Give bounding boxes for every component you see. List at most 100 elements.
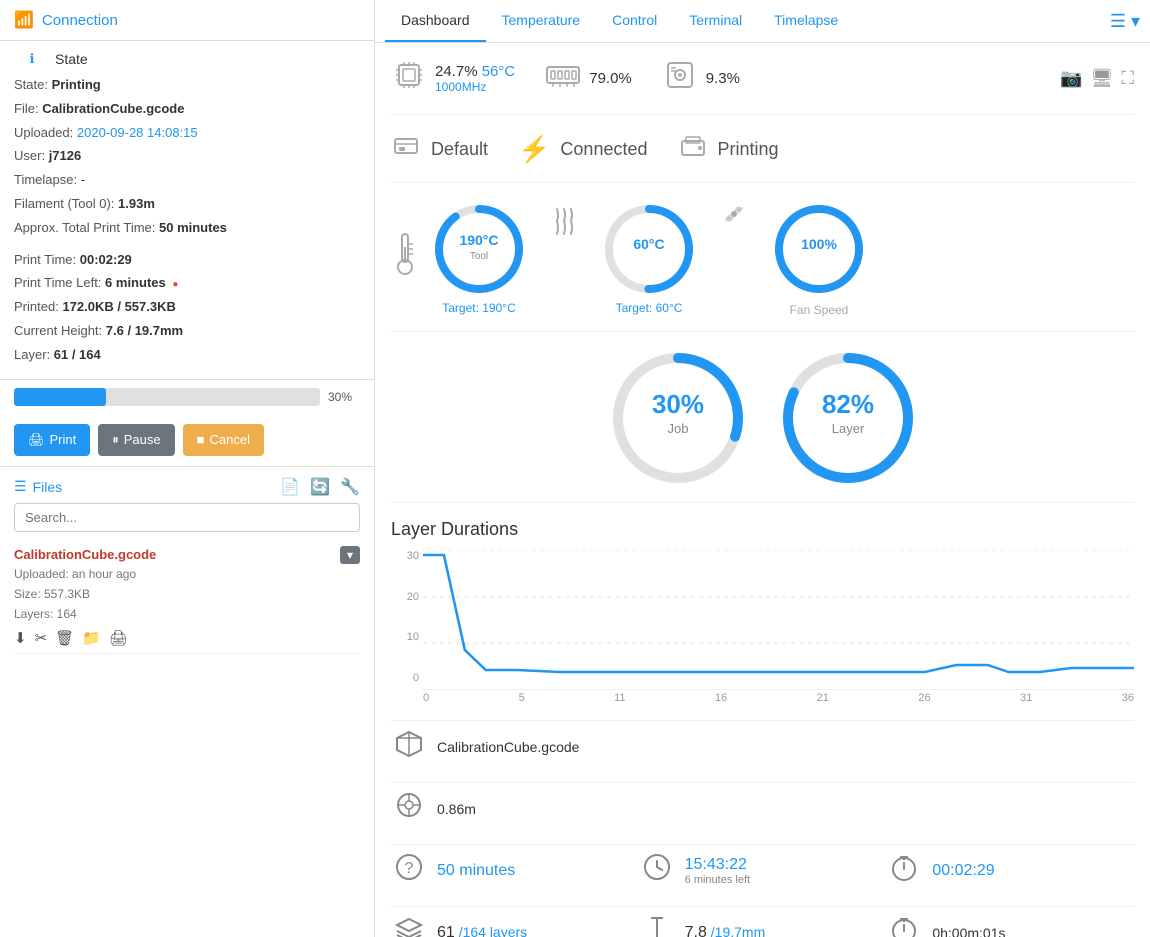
layer-label: Layer:	[14, 347, 50, 362]
search-box	[14, 503, 360, 532]
tab-dashboard[interactable]: Dashboard	[385, 0, 486, 42]
profile-status: Default	[391, 131, 488, 168]
right-panel: Dashboard Temperature Control Terminal T…	[375, 0, 1150, 937]
pause-button[interactable]: ⏸ Pause	[98, 424, 174, 456]
clock-time-val: 15:43:22 6 minutes left	[685, 856, 750, 886]
files-title: ☰ Files	[14, 478, 62, 495]
fan-gauge-svg: 100%	[769, 199, 869, 299]
fan-speed-val: 0.86m	[437, 801, 476, 817]
total-height-text: /19.7mm	[711, 924, 765, 937]
tab-temperature[interactable]: Temperature	[486, 0, 597, 42]
cpu-percent: 24.7%	[435, 63, 478, 80]
svg-text:100%: 100%	[801, 236, 837, 252]
cpu-icon	[391, 57, 427, 100]
tab-menu-button[interactable]: ☰ ▾	[1110, 11, 1140, 32]
print-button[interactable]: 🖨 Print	[14, 424, 90, 456]
tab-control[interactable]: Control	[596, 0, 673, 42]
signal-icon: 📶	[14, 10, 34, 30]
webcam-icon[interactable]: 📷	[1060, 68, 1082, 89]
files-header: ☰ Files 📄 🔄 🔧	[0, 467, 374, 503]
gauge-row: 190°C Tool Target: 190°C	[391, 199, 1134, 332]
action-buttons: 🖨 Print ⏸ Pause ■ Cancel	[0, 424, 374, 466]
ram-text: 79.0%	[589, 70, 632, 87]
delete-icon[interactable]: 🗑	[55, 629, 74, 647]
download-icon[interactable]: ⬇	[14, 629, 27, 647]
display-icon[interactable]: 🖥	[1091, 68, 1114, 89]
info-clock-time: 15:43:22 6 minutes left	[639, 844, 887, 896]
y-label-20: 20	[407, 591, 419, 603]
state-line-print-time: Print Time: 00:02:29	[14, 250, 360, 271]
files-section: ☰ Files 📄 🔄 🔧 CalibrationCube.gcode ▾ Up…	[0, 466, 374, 937]
list-item: CalibrationCube.gcode ▾ Uploaded: an hou…	[14, 540, 360, 654]
info-empty-3	[639, 782, 887, 834]
folder-icon[interactable]: 📁	[82, 629, 101, 647]
file-value: CalibrationCube.gcode	[42, 101, 184, 116]
job-gauge-svg: 30% Job	[608, 348, 748, 488]
time-left-value: 6 minutes	[105, 275, 166, 290]
layers-val: 61 /164 layers	[437, 924, 527, 937]
svg-text:Tool: Tool	[470, 251, 488, 262]
x-label-11: 11	[614, 692, 625, 704]
layer-gauge-svg: 82% Layer	[778, 348, 918, 488]
cpu-main: 24.7% 56°C	[435, 63, 515, 80]
print-file-icon[interactable]: 🖨	[109, 629, 128, 647]
settings-icon[interactable]: 🔧	[340, 477, 360, 497]
clock-icon	[639, 853, 675, 888]
heater-icon	[549, 199, 579, 246]
files-toolbar: 📄 🔄 🔧	[280, 477, 360, 497]
svg-text:Layer: Layer	[831, 421, 864, 436]
info-empty-1	[639, 720, 887, 772]
user-label: User:	[14, 148, 45, 163]
connection-title[interactable]: Connection	[42, 12, 118, 29]
uploaded-value: 2020-09-28 14:08:15	[77, 125, 198, 140]
layer-durations-section: Layer Durations 30 20 10 0	[391, 519, 1134, 704]
thermometer-icon	[391, 229, 419, 286]
bed-gauge-svg: 60°C	[599, 199, 699, 299]
layer-time-icon	[886, 915, 922, 937]
cpu-freq: 1000MHz	[435, 80, 515, 94]
tab-terminal[interactable]: Terminal	[673, 0, 758, 42]
fan-icon	[719, 199, 749, 236]
tabs: Dashboard Temperature Control Terminal T…	[375, 0, 1150, 43]
ram-stat: 79.0%	[545, 61, 632, 96]
tool-gauge-section: 190°C Tool Target: 190°C	[391, 199, 529, 315]
layers-text: 61	[437, 924, 455, 937]
height-label: Current Height:	[14, 323, 102, 338]
system-stats-row: 24.7% 56°C 1000MHz	[391, 57, 1134, 115]
state-line-filament: Filament (Tool 0): 1.93m	[14, 194, 360, 215]
progress-bar-wrap: 30%	[14, 388, 360, 406]
pause-icon: ⏸	[112, 432, 119, 448]
refresh-icon[interactable]: 🔄	[310, 477, 330, 497]
file-dropdown-button[interactable]: ▾	[340, 546, 360, 564]
file-uploaded: Uploaded: an hour ago	[14, 564, 360, 584]
tab-timelapse[interactable]: Timelapse	[758, 0, 854, 42]
state-line-user: User: j7126	[14, 146, 360, 167]
printer-profile-icon	[391, 131, 421, 168]
file-name-label: CalibrationCube.gcode	[14, 547, 156, 562]
print-time-value: 00:02:29	[80, 252, 132, 267]
printer-status-row: Default ⚡ Connected Printing	[391, 131, 1134, 183]
svg-text:?: ?	[405, 860, 414, 877]
stopwatch-icon	[886, 853, 922, 888]
info-fan-speed: 0.86m	[391, 782, 639, 834]
progress-label: 30%	[328, 390, 360, 404]
cpu-text: 24.7% 56°C 1000MHz	[435, 63, 515, 94]
bottom-info: CalibrationCube.gcode 0.	[391, 720, 1134, 937]
profile-label: Default	[431, 139, 488, 160]
disk-icon	[662, 57, 698, 100]
progress-bar-background	[14, 388, 320, 406]
search-input[interactable]	[14, 503, 360, 532]
upload-icon[interactable]: 📄	[280, 477, 300, 497]
layer-gauge-wrap: 82% Layer	[778, 348, 918, 488]
y-label-30: 30	[407, 550, 419, 562]
info-est-time: ? 50 minutes	[391, 844, 639, 896]
slice-icon[interactable]: ✂	[35, 629, 48, 647]
cancel-button[interactable]: ■ Cancel	[183, 424, 264, 456]
svg-text:Job: Job	[667, 421, 688, 436]
state-section: ℹ State State: Printing File: Calibratio…	[0, 41, 374, 380]
tool-gauge-svg: 190°C Tool	[429, 199, 529, 299]
ram-main: 79.0%	[589, 70, 632, 87]
state-label: State:	[14, 77, 48, 92]
expand-icon[interactable]: ⛶	[1121, 68, 1134, 89]
printed-label: Printed:	[14, 299, 59, 314]
